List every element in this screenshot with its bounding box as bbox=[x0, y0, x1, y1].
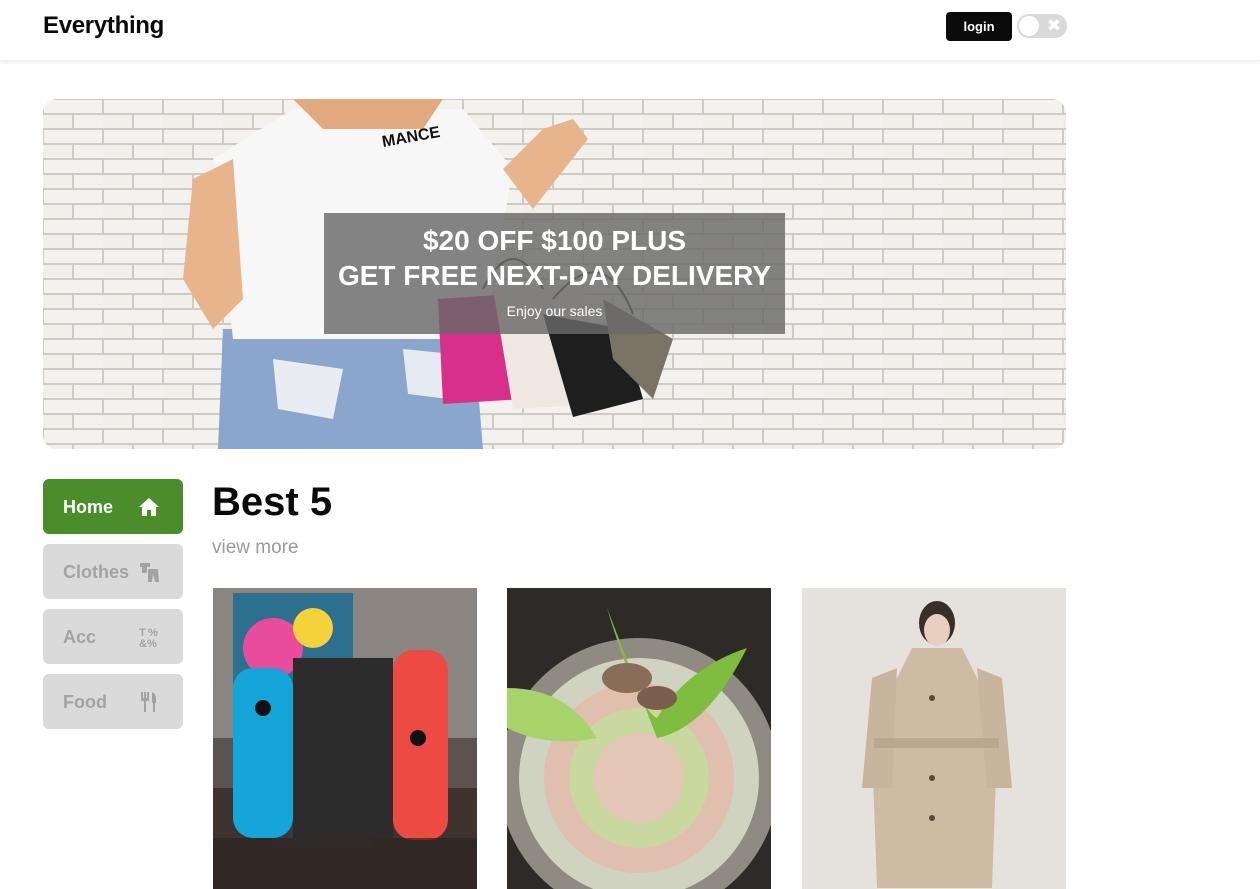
close-icon: ✖ bbox=[1046, 16, 1061, 35]
promo-headline-1: $20 OFF $100 PLUS bbox=[422, 225, 686, 256]
section-title: Best 5 bbox=[212, 480, 333, 524]
clothes-icon bbox=[137, 560, 161, 584]
top-bar: Everything login ✖ bbox=[0, 0, 1260, 61]
login-button[interactable]: login bbox=[946, 12, 1012, 41]
promo-overlay: $20 OFF $100 PLUS GET FREE NEXT-DAY DELI… bbox=[324, 213, 785, 334]
sidebar-item-label: Home bbox=[63, 496, 114, 517]
logo[interactable]: Everything bbox=[43, 12, 164, 40]
hot-pot-photo bbox=[507, 588, 771, 889]
sidebar-item-acc[interactable]: Acc T% &% bbox=[43, 609, 183, 664]
sidebar-item-food[interactable]: Food bbox=[43, 674, 183, 729]
theme-toggle[interactable]: ✖ bbox=[1017, 14, 1067, 38]
beige-coat-photo bbox=[802, 588, 1066, 889]
product-card-hot-pot[interactable] bbox=[507, 588, 771, 889]
sidebar-item-home[interactable]: Home bbox=[43, 479, 183, 534]
sidebar-item-label: Food bbox=[63, 691, 107, 712]
product-card-game-console[interactable] bbox=[213, 588, 477, 889]
promo-subtext: Enjoy our sales bbox=[506, 303, 603, 319]
sidebar-item-label: Acc bbox=[63, 626, 97, 647]
accessories-icon: T% &% bbox=[137, 625, 161, 649]
sidebar-item-clothes[interactable]: Clothes bbox=[43, 544, 183, 599]
toggle-knob bbox=[1019, 16, 1039, 36]
promo-headline-2: GET FREE NEXT-DAY DELIVERY bbox=[337, 260, 772, 291]
promo-banner[interactable]: MANCE $20 OFF $100 PLUS GET FREE NEXT-DA… bbox=[43, 99, 1066, 449]
svg-text:&%: &% bbox=[139, 638, 157, 648]
sidebar-item-label: Clothes bbox=[63, 561, 130, 582]
game-console-photo bbox=[213, 588, 477, 889]
view-more-link[interactable]: view more bbox=[212, 537, 299, 559]
home-icon bbox=[137, 495, 161, 519]
food-icon bbox=[137, 690, 161, 714]
product-card-coat[interactable] bbox=[802, 588, 1066, 889]
